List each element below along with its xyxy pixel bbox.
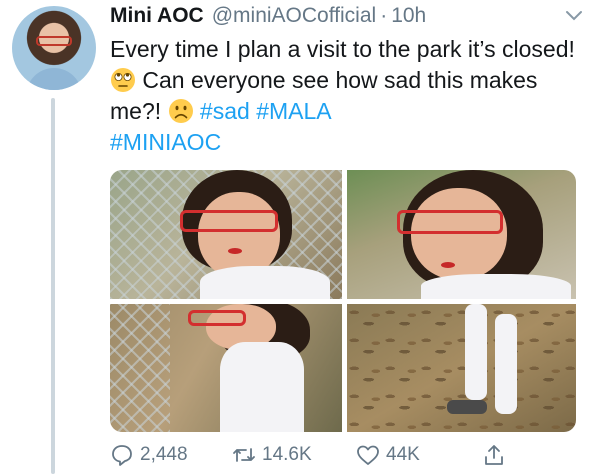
photo-2-glasses — [397, 210, 503, 234]
timestamp[interactable]: 10h — [391, 4, 426, 28]
reply-button[interactable]: 2,448 — [110, 443, 188, 467]
photo-1-lips — [228, 248, 242, 254]
thread-line — [51, 98, 55, 474]
retweet-count: 14.6K — [262, 444, 312, 465]
hashtag-miniaoc[interactable]: #MINIAOC — [110, 129, 221, 155]
avatar-shirt — [26, 68, 82, 90]
chevron-down-icon[interactable] — [564, 8, 584, 24]
photo-2-shirt — [421, 274, 571, 299]
chain-link-fence — [110, 304, 170, 432]
photo-4-shoe — [447, 400, 487, 414]
photo-1[interactable] — [110, 170, 342, 299]
tweet-actions: 2,448 14.6K 44K — [110, 440, 580, 470]
photo-4-legs — [465, 304, 487, 400]
retweet-button[interactable]: 14.6K — [232, 443, 312, 467]
photo-2[interactable] — [347, 170, 576, 299]
display-name[interactable]: Mini AOC — [110, 4, 204, 28]
photo-4-legs-2 — [495, 314, 517, 414]
retweet-icon — [233, 448, 255, 462]
avatar-glasses — [36, 36, 72, 46]
photo-3-glasses — [188, 310, 246, 326]
media-grid — [110, 170, 576, 432]
reply-icon — [112, 445, 132, 466]
photo-1-shirt — [200, 266, 330, 299]
reply-count: 2,448 — [140, 444, 188, 465]
photo-3-shirt — [220, 342, 304, 432]
separator-dot: · — [380, 4, 388, 27]
tweet-header: Mini AOC @miniAOCofficial · 10h — [110, 4, 570, 32]
photo-3[interactable] — [110, 304, 342, 432]
tweet-text: Every time I plan a visit to the park it… — [110, 34, 590, 158]
heart-icon — [357, 445, 379, 465]
hashtag-sad[interactable]: #sad — [200, 98, 250, 124]
rolling-eyes-emoji-icon — [111, 68, 135, 92]
photo-4[interactable] — [347, 304, 576, 432]
share-icon — [485, 445, 503, 465]
like-count: 44K — [386, 444, 420, 465]
frowning-face-emoji-icon — [168, 99, 193, 123]
photo-2-face — [411, 188, 507, 280]
like-button[interactable]: 44K — [356, 443, 420, 467]
tweet-text-part-1: Every time I plan a visit to the park it… — [110, 36, 575, 62]
user-handle[interactable]: @miniAOCofficial — [212, 4, 376, 28]
photo-1-glasses — [180, 210, 278, 232]
share-button[interactable] — [482, 443, 512, 467]
photo-2-lips — [441, 262, 455, 268]
avatar[interactable] — [12, 6, 96, 90]
hashtag-mala[interactable]: #MALA — [256, 98, 331, 124]
